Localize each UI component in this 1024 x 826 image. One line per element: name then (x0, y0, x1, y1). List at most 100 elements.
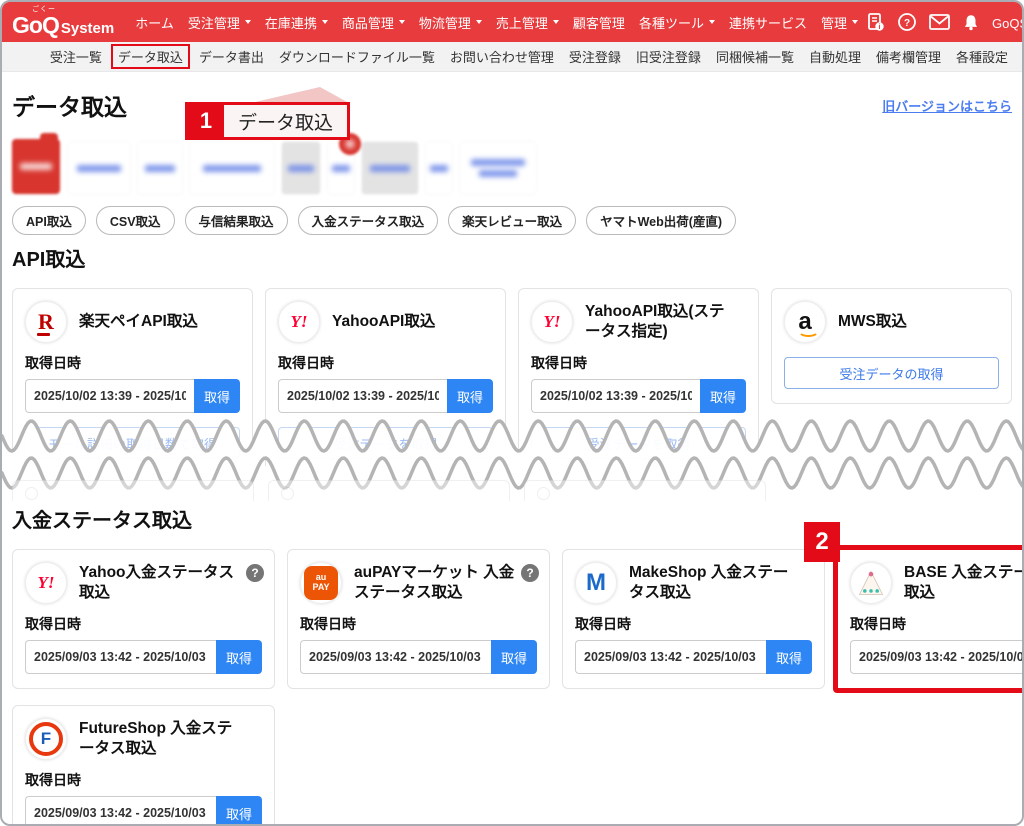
date-range-label: 取得日時 (25, 770, 262, 790)
redacted-tab[interactable] (68, 142, 130, 194)
subnav-item-old-order-entry[interactable]: 旧受注登録 (630, 45, 707, 68)
date-range-label: 取得日時 (575, 614, 812, 634)
subnav-item-remarks-mgmt[interactable]: 備考欄管理 (870, 45, 947, 68)
chevron-down-icon (553, 20, 559, 24)
filter-csv-import[interactable]: CSV取込 (96, 206, 175, 235)
filter-payment-status-import[interactable]: 入金ステータス取込 (298, 206, 439, 235)
filter-credit-result-import[interactable]: 与信結果取込 (185, 206, 288, 235)
fetch-button[interactable]: 取得 (766, 640, 812, 674)
date-range-input[interactable] (850, 640, 1024, 674)
date-range-input[interactable] (25, 379, 194, 413)
hidden-card-stub (12, 480, 254, 501)
redacted-tab[interactable] (190, 142, 274, 194)
mail-icon[interactable] (929, 14, 950, 30)
date-range-input[interactable] (531, 379, 700, 413)
help-circle-icon[interactable]: ? (897, 12, 917, 32)
filter-yamato-web-ship[interactable]: ヤマトWeb出荷(産直) (586, 206, 736, 235)
fetch-by-mall-days-button[interactable]: モール詳細の取得日数で取得 (25, 427, 240, 459)
section-heading-api: API取込 (12, 243, 1012, 272)
subnav-item-download-files[interactable]: ダウンロードファイル一覧 (273, 45, 441, 68)
card-futureshop-payment-status: F FutureShop 入金ステータス取込 取得日時 取得 (12, 705, 275, 826)
top-navbar: ごくー GoQ System ホーム 受注管理 在庫連携 商品管理 物流管理 売… (2, 2, 1022, 42)
base-logo-icon (850, 562, 892, 604)
bell-icon[interactable] (962, 13, 980, 32)
subnav-item-inquiry-mgmt[interactable]: お問い合わせ管理 (444, 45, 560, 68)
fetch-button[interactable]: 取得 (491, 640, 537, 674)
card-title: BASE 入金ステータス取込 (904, 563, 1024, 603)
makeshop-logo-icon: M (575, 562, 617, 604)
import-type-filters: API取込 CSV取込 与信結果取込 入金ステータス取込 楽天レビュー取込 ヤマ… (12, 206, 1012, 235)
topnav-item-logistics-mgmt[interactable]: 物流管理 (412, 13, 489, 32)
card-aupay-payment-status: ? auPAY auPAYマーケット 入金ステータス取込 取得日時 取得 (287, 549, 550, 689)
help-icon[interactable]: ? (521, 564, 539, 582)
topnav-item-tools[interactable]: 各種ツール (632, 13, 722, 32)
annotation-step1: 1 データ取込 (185, 102, 350, 140)
topnav-item-order-mgmt[interactable]: 受注管理 (181, 13, 258, 32)
fetch-button[interactable]: 取得 (216, 796, 262, 826)
annotation-step1-label: データ取込 (224, 105, 347, 137)
chevron-down-icon (322, 20, 328, 24)
payment-card-grid: ? Y! Yahoo入金ステータス取込 取得日時 取得 ? auPAY auP (12, 549, 1012, 689)
logo-furigana: ごくー (32, 4, 56, 14)
svg-text:?: ? (904, 18, 910, 29)
card-mws: a MWS取込 受注データの取得 (771, 288, 1012, 404)
date-range-input[interactable] (300, 640, 491, 674)
card-title: FutureShop 入金ステータス取込 (79, 719, 246, 759)
redacted-tab-row (12, 136, 1012, 194)
date-range-label: 取得日時 (850, 614, 1024, 634)
logo-sub: System (61, 20, 114, 37)
redacted-tab-active[interactable] (12, 139, 60, 194)
redacted-tab[interactable] (460, 142, 536, 194)
date-range-label: 取得日時 (25, 353, 240, 373)
fetch-order-data-button[interactable]: 受注データを取得 (278, 427, 493, 459)
fetch-order-data-button[interactable]: 受注データを取得 (531, 427, 746, 459)
subnav-item-order-list[interactable]: 受注一覧 (44, 45, 108, 68)
fetch-button[interactable]: 取得 (700, 379, 746, 413)
topnav-right-cluster: i ? GoQSystem 様 (865, 12, 1024, 32)
old-version-link[interactable]: 旧バージョンはこちら (882, 96, 1012, 115)
date-range-input[interactable] (25, 796, 216, 826)
filter-api-import[interactable]: API取込 (12, 206, 86, 235)
chevron-down-icon (399, 20, 405, 24)
goq-logo[interactable]: ごくー GoQ System (12, 6, 114, 39)
date-range-input[interactable] (575, 640, 766, 674)
help-icon[interactable]: ? (246, 564, 264, 582)
subnav-item-auto-process[interactable]: 自動処理 (803, 45, 867, 68)
redacted-tab[interactable] (328, 142, 354, 194)
topnav-item-sales-mgmt[interactable]: 売上管理 (489, 13, 566, 32)
topnav-item-partner-services[interactable]: 連携サービス (722, 13, 814, 32)
subnav-item-data-export[interactable]: データ書出 (193, 45, 270, 68)
card-title: 楽天ペイAPI取込 (79, 312, 198, 332)
subnav-item-order-entry[interactable]: 受注登録 (563, 45, 627, 68)
redacted-tab[interactable] (426, 142, 452, 194)
topnav-item-stock-link[interactable]: 在庫連携 (258, 13, 335, 32)
filter-rakuten-review-import[interactable]: 楽天レビュー取込 (448, 206, 576, 235)
subnav-item-bundle-candidates[interactable]: 同梱候補一覧 (710, 45, 800, 68)
subnav-item-data-import[interactable]: データ取込 (111, 44, 190, 69)
release-notes-icon[interactable]: i (865, 12, 885, 32)
yahoo-logo-icon: Y! (278, 301, 320, 343)
chevron-down-icon (852, 20, 858, 24)
fetch-button[interactable]: 取得 (216, 640, 262, 674)
subnav-item-settings[interactable]: 各種設定 (950, 45, 1014, 68)
topnav-item-product-mgmt[interactable]: 商品管理 (335, 13, 412, 32)
account-menu[interactable]: GoQSystem 様 (992, 13, 1024, 32)
card-rakuten-pay-api: R 楽天ペイAPI取込 取得日時 取得 モール詳細の取得日数で取得 (12, 288, 253, 466)
chevron-down-icon (245, 20, 251, 24)
topnav-item-home[interactable]: ホーム (128, 13, 181, 32)
topnav-item-admin[interactable]: 管理 (814, 13, 865, 32)
date-range-input[interactable] (25, 640, 216, 674)
highlighted-card-wrapper: 2 BASE 入金ステータス取込 取得日時 取得 (833, 545, 1024, 693)
card-base-payment-status: BASE 入金ステータス取込 取得日時 取得 (838, 550, 1024, 688)
fetch-button[interactable]: 取得 (194, 379, 240, 413)
page-title: データ取込 (12, 88, 127, 122)
fetch-order-data-button[interactable]: 受注データの取得 (784, 357, 999, 389)
date-range-input[interactable] (278, 379, 447, 413)
fetch-button[interactable]: 取得 (447, 379, 493, 413)
redacted-tab[interactable] (362, 142, 418, 194)
callout-pointer (247, 87, 357, 103)
logo-main: GoQ (12, 12, 59, 39)
redacted-tab[interactable] (282, 142, 320, 194)
redacted-tab[interactable] (138, 142, 182, 194)
topnav-item-customer-mgmt[interactable]: 顧客管理 (566, 13, 632, 32)
